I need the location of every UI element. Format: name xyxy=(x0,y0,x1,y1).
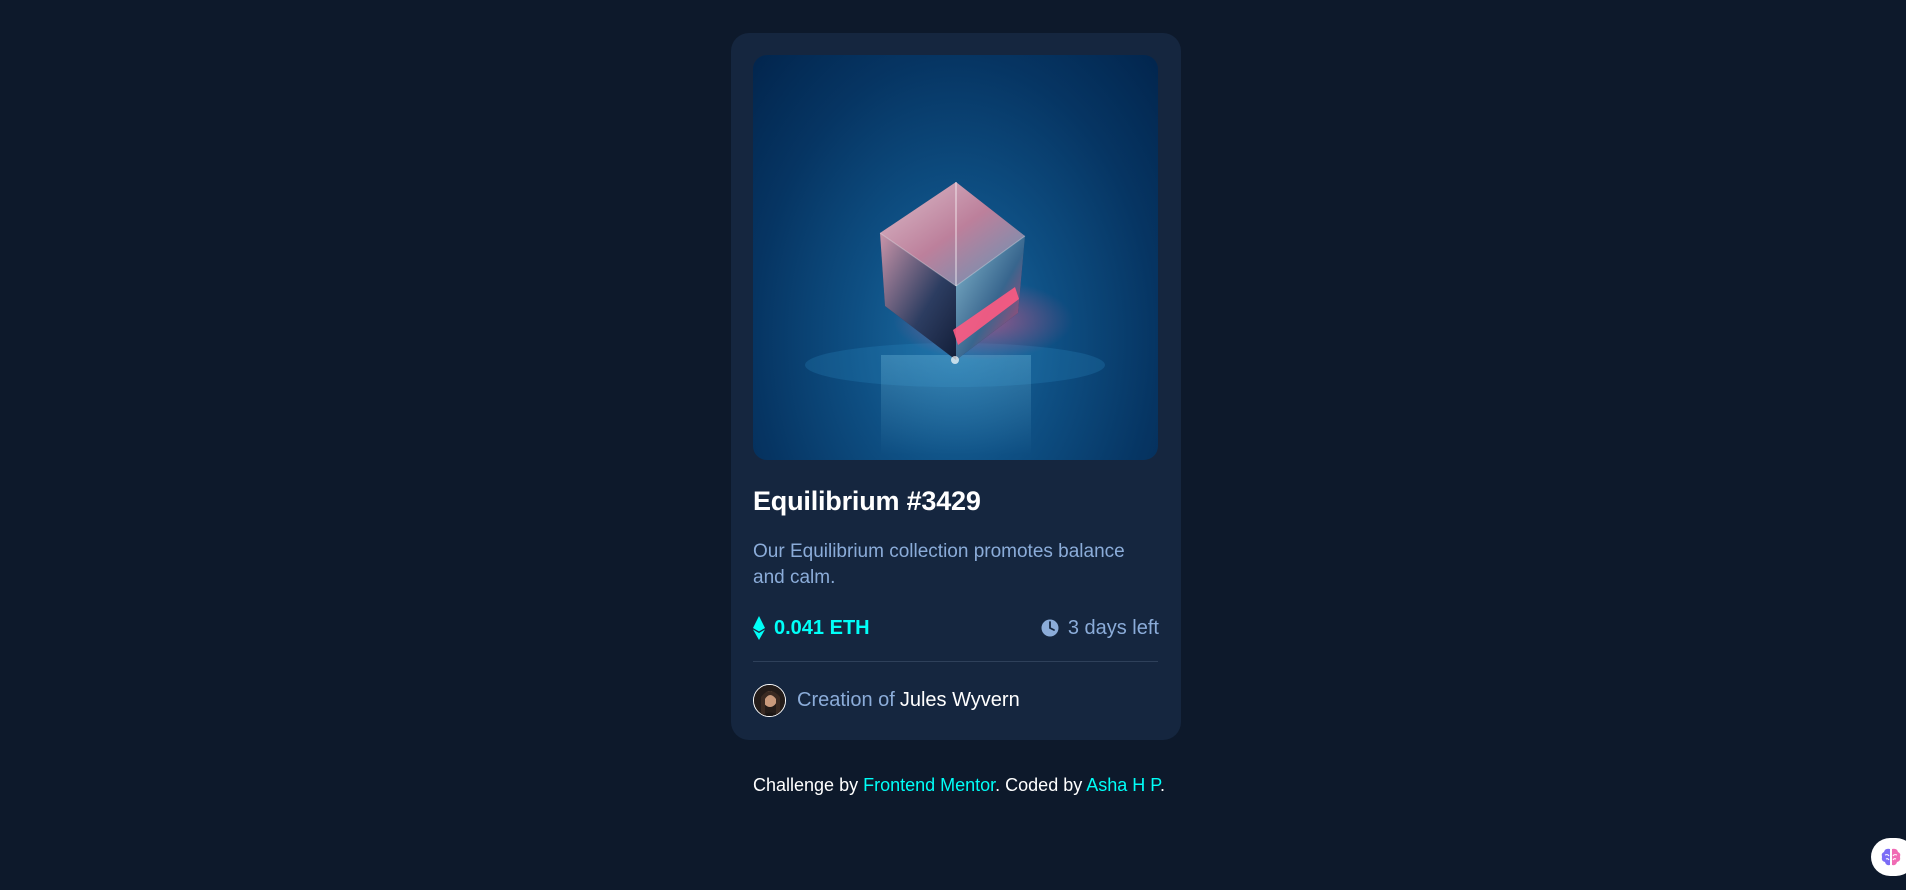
creator: Creation of Jules Wyvern xyxy=(753,684,1159,717)
attribution-text-3: . xyxy=(1159,775,1165,795)
attribution-text-1: Challenge by xyxy=(753,775,864,795)
attribution-text-2: . Coded by xyxy=(995,775,1087,795)
price: 0.041 ETH xyxy=(753,616,870,640)
nft-image[interactable] xyxy=(753,55,1158,460)
time-left: 3 days left xyxy=(1041,617,1159,640)
brain-icon xyxy=(1881,848,1901,866)
attribution: Challenge by Frontend Mentor. Coded by A… xyxy=(753,775,1165,796)
page: Equilibrium #3429 Our Equilibrium collec… xyxy=(0,0,1906,890)
frontend-mentor-link[interactable]: Frontend Mentor xyxy=(863,775,995,795)
clock-icon xyxy=(1041,619,1059,637)
creator-prefix: Creation of xyxy=(797,689,895,711)
ethereum-icon xyxy=(753,616,765,640)
time-left-value: 3 days left xyxy=(1067,616,1159,639)
creator-name-link[interactable]: Jules Wyvern xyxy=(900,689,1020,712)
avatar xyxy=(753,684,786,717)
divider xyxy=(753,661,1158,662)
nft-stats: 0.041 ETH 3 days left xyxy=(753,613,1159,643)
assistant-widget-button[interactable] xyxy=(1871,838,1906,876)
price-value: 0.041 ETH xyxy=(774,616,870,639)
nft-card: Equilibrium #3429 Our Equilibrium collec… xyxy=(731,33,1181,740)
crystal-cube-illustration xyxy=(805,182,1105,455)
nft-title[interactable]: Equilibrium #3429 xyxy=(753,486,1159,517)
author-link[interactable]: Asha H P xyxy=(1086,775,1160,795)
nft-description: Our Equilibrium collection promotes bala… xyxy=(753,541,1125,588)
